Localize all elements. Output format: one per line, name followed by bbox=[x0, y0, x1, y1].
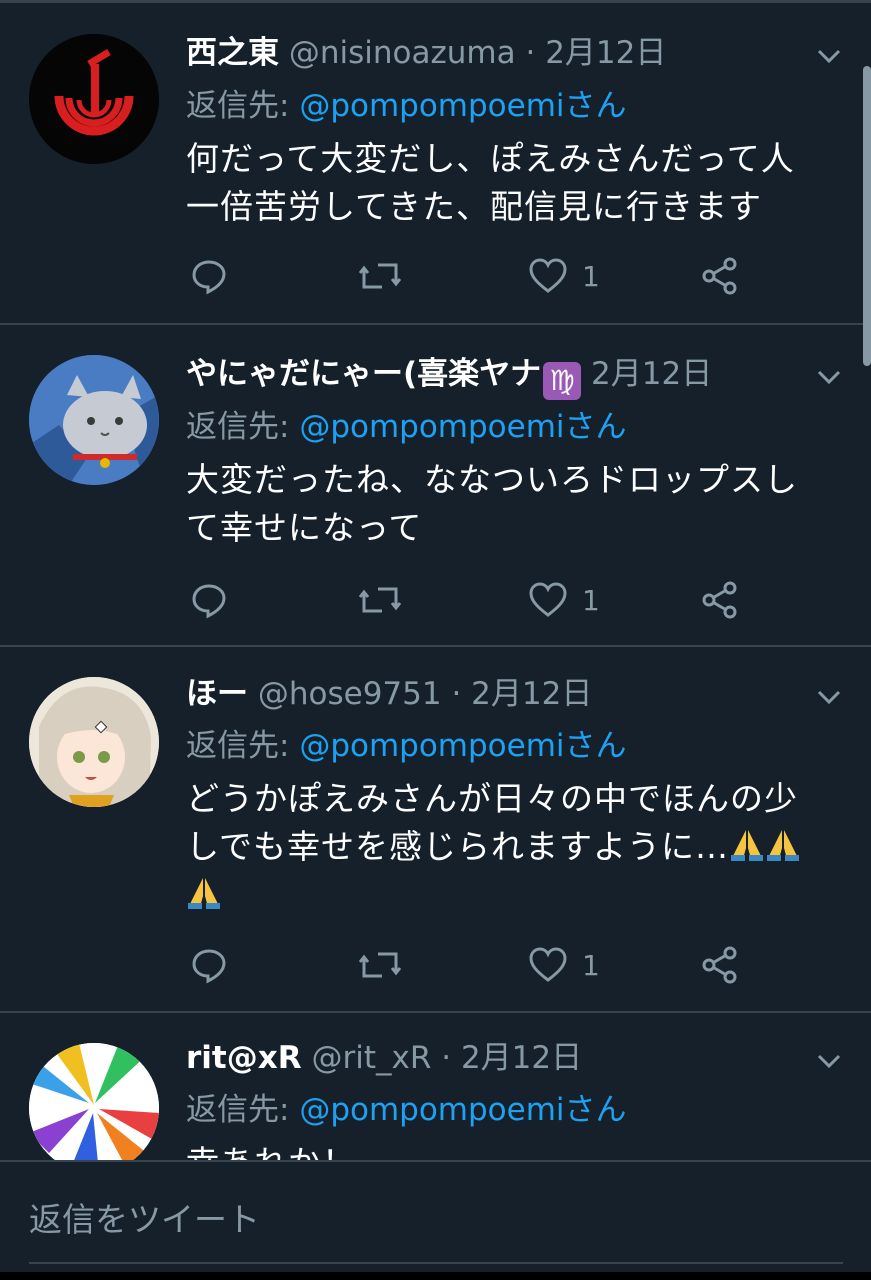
retweet-button[interactable] bbox=[358, 254, 402, 298]
separator-dot: · bbox=[451, 676, 462, 712]
tweet-text-segment: しでも幸せを感じられますように… bbox=[186, 827, 730, 866]
avatar[interactable] bbox=[29, 34, 159, 164]
reply-to-label: 返信先: bbox=[186, 728, 290, 764]
tweet-header: ほー @hose9751 · 2月12日 bbox=[186, 671, 592, 717]
reply-to-suffix: さん bbox=[564, 88, 627, 124]
display-name[interactable]: ほー bbox=[186, 676, 248, 712]
heart-icon bbox=[528, 581, 568, 619]
chevron-down-icon[interactable] bbox=[813, 361, 845, 393]
tweet-item[interactable]: 西之東 @nisinoazuma · 2月12日 返信先: @pompompoe… bbox=[0, 0, 871, 325]
tweet-actions: 1 bbox=[186, 578, 786, 622]
reply-to: 返信先: @pompompoemiさん bbox=[186, 404, 627, 450]
reply-to-link[interactable]: @pompompoemi bbox=[299, 728, 564, 764]
retweet-icon bbox=[358, 581, 402, 619]
tweet-item[interactable]: rit@xR @rit_xR · 2月12日 返信先: @pompompoemi… bbox=[0, 1013, 871, 1182]
avatar[interactable] bbox=[29, 677, 159, 807]
share-button[interactable] bbox=[700, 943, 740, 987]
reply-to-suffix: さん bbox=[564, 728, 627, 764]
user-handle[interactable]: @rit_xR bbox=[311, 1040, 431, 1076]
virgo-badge: ♍ bbox=[543, 362, 582, 400]
reply-to-label: 返信先: bbox=[186, 409, 290, 445]
tweet-text-line: しでも幸せを感じられますように… bbox=[186, 823, 846, 871]
like-button[interactable]: 1 bbox=[528, 578, 600, 622]
avatar[interactable] bbox=[29, 1043, 159, 1173]
avatar[interactable] bbox=[29, 355, 159, 485]
reply-to-suffix: さん bbox=[564, 1092, 627, 1128]
share-button[interactable] bbox=[700, 254, 740, 298]
tweet-date[interactable]: 2月12日 bbox=[591, 356, 712, 392]
display-name[interactable]: やにゃだにゃー(喜楽ヤナ bbox=[186, 356, 541, 392]
tweet-header: 西之東 @nisinoazuma · 2月12日 bbox=[186, 30, 666, 76]
reply-to-label: 返信先: bbox=[186, 1092, 290, 1128]
reply-button[interactable] bbox=[190, 578, 228, 622]
folded-hands-icon bbox=[765, 826, 801, 862]
reply-to: 返信先: @pompompoemiさん bbox=[186, 1087, 627, 1133]
like-button[interactable]: 1 bbox=[528, 254, 600, 298]
tweet-item[interactable]: やにゃだにゃー(喜楽ヤナ ♍ 2月12日 返信先: @pompompoemiさん … bbox=[0, 325, 871, 647]
reply-icon bbox=[190, 257, 228, 295]
scrollbar[interactable] bbox=[863, 66, 871, 366]
share-button[interactable] bbox=[700, 578, 740, 622]
tweet-actions: 1 bbox=[186, 254, 786, 298]
chevron-down-icon[interactable] bbox=[813, 681, 845, 713]
reply-to: 返信先: @pompompoemiさん bbox=[186, 83, 627, 129]
reply-to-link[interactable]: @pompompoemi bbox=[299, 88, 564, 124]
share-icon bbox=[700, 580, 740, 620]
display-name[interactable]: 西之東 bbox=[186, 35, 279, 71]
separator-dot: · bbox=[441, 1040, 452, 1076]
like-count: 1 bbox=[582, 259, 600, 293]
tweet-text: どうかぽえみさんが日々の中でほんの少 しでも幸せを感じられますように… bbox=[186, 775, 846, 919]
reply-to-link[interactable]: @pompompoemi bbox=[299, 1092, 564, 1128]
reply-to-label: 返信先: bbox=[186, 88, 290, 124]
reply-to-suffix: さん bbox=[564, 409, 627, 445]
bottom-edge bbox=[0, 1272, 871, 1280]
tweet-text: 何だって大変だし、ぽえみさんだって人 一倍苦労してきた、配信見に行きます bbox=[186, 135, 846, 231]
heart-icon bbox=[528, 946, 568, 984]
reply-input[interactable]: 返信をツイート bbox=[29, 1192, 843, 1264]
heart-icon bbox=[528, 257, 568, 295]
share-icon bbox=[700, 945, 740, 985]
like-count: 1 bbox=[582, 583, 600, 617]
tweet-text-line bbox=[186, 871, 846, 919]
chevron-down-icon[interactable] bbox=[813, 40, 845, 72]
tweet-text-line: 何だって大変だし、ぽえみさんだって人 bbox=[186, 139, 795, 178]
user-handle[interactable]: @nisinoazuma bbox=[289, 35, 516, 71]
reply-to: 返信先: @pompompoemiさん bbox=[186, 723, 627, 769]
retweet-button[interactable] bbox=[358, 943, 402, 987]
tweet-header: rit@xR @rit_xR · 2月12日 bbox=[186, 1035, 582, 1081]
like-count: 1 bbox=[582, 948, 600, 982]
reply-icon bbox=[190, 581, 228, 619]
tweet-text-line: どうかぽえみさんが日々の中でほんの少 bbox=[186, 779, 798, 818]
tweet-text-line: 大変だったね、ななついろドロップスし bbox=[186, 460, 798, 499]
retweet-icon bbox=[358, 946, 402, 984]
tweet-text-line: て幸せになって bbox=[186, 508, 423, 547]
tweet-date[interactable]: 2月12日 bbox=[545, 35, 666, 71]
tweet-header: やにゃだにゃー(喜楽ヤナ ♍ 2月12日 bbox=[186, 351, 712, 400]
tweet-date[interactable]: 2月12日 bbox=[461, 1040, 582, 1076]
chevron-down-icon[interactable] bbox=[813, 1045, 845, 1077]
share-icon bbox=[700, 256, 740, 296]
reply-to-link[interactable]: @pompompoemi bbox=[299, 409, 564, 445]
tweet-text-line: 一倍苦労してきた、配信見に行きます bbox=[186, 187, 763, 226]
reply-button[interactable] bbox=[190, 943, 228, 987]
reply-icon bbox=[190, 946, 228, 984]
folded-hands-icon bbox=[186, 874, 222, 910]
display-name[interactable]: rit@xR bbox=[186, 1040, 302, 1076]
separator-dot: · bbox=[525, 35, 536, 71]
reply-composer: 返信をツイート bbox=[0, 1160, 871, 1280]
user-handle[interactable]: @hose9751 bbox=[258, 676, 442, 712]
like-button[interactable]: 1 bbox=[528, 943, 600, 987]
tweet-date[interactable]: 2月12日 bbox=[471, 676, 592, 712]
tweet-thread-screen: 西之東 @nisinoazuma · 2月12日 返信先: @pompompoe… bbox=[0, 0, 871, 1280]
tweet-actions: 1 bbox=[186, 943, 786, 987]
reply-button[interactable] bbox=[190, 254, 228, 298]
tweet-text: 大変だったね、ななついろドロップスし て幸せになって bbox=[186, 456, 846, 552]
retweet-button[interactable] bbox=[358, 578, 402, 622]
tweet-item[interactable]: ほー @hose9751 · 2月12日 返信先: @pompompoemiさん… bbox=[0, 647, 871, 1013]
folded-hands-icon bbox=[729, 826, 765, 862]
retweet-icon bbox=[358, 257, 402, 295]
